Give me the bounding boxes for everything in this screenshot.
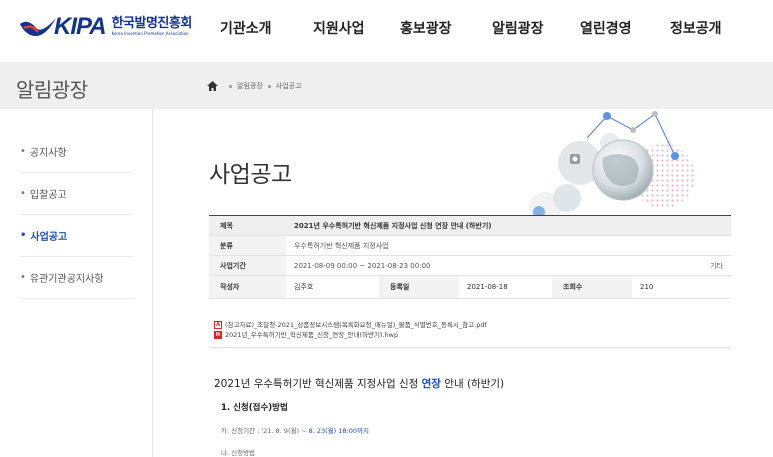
nav-management[interactable]: 열린경영 xyxy=(580,18,632,38)
logo-korean-name: 한국발명진흥회 xyxy=(111,16,193,31)
period-value: 2021-08-09 00:00 ~ 2021-08-23 00:00 xyxy=(294,261,431,270)
period-cell: 2021-08-09 00:00 ~ 2021-08-23 00:00 기타 xyxy=(286,256,731,275)
nav-about[interactable]: 기관소개 xyxy=(220,18,272,38)
sidebar-item-label: 공지사항 xyxy=(29,148,67,159)
attachment-name: (참고자료)_조달청-2021_상품정보시스템(목록화요청_매뉴얼)_물품_식별… xyxy=(225,321,487,329)
bullet-icon: • xyxy=(20,230,27,241)
attachment-hwp[interactable]: H 2021년_우수특허기반_혁신제품_신청_연장_안내(하반기).hwp xyxy=(214,330,487,340)
nav-disclosure[interactable]: 정보공개 xyxy=(670,18,722,38)
section-title: 알림광장 xyxy=(16,78,88,102)
author-label: 작성자 xyxy=(209,276,286,298)
table-row-title: 제목 2021년 우수특허기반 혁신제품 지정사업 신청 연장 안내 (하반기) xyxy=(209,216,731,236)
globe-illustration xyxy=(529,111,695,218)
site-logo[interactable]: KIPA 한국발명진흥회 Korea Invention Promotion A… xyxy=(18,12,192,42)
sidebar: • 공지사항 • 입찰공고 • 사업공고 • 유관기관공지사항 xyxy=(0,109,153,457)
category-label: 분류 xyxy=(209,236,286,255)
item-text: 가. 신청기간 : '21. 8. 9(월) ~ xyxy=(221,427,309,435)
nav-promotion[interactable]: 홍보광장 xyxy=(400,18,452,38)
date-value: 2021-08-18 xyxy=(467,283,508,291)
attachment-name: 2021년_우수특허기반_혁신제품_신청_연장_안내(하반기).hwp xyxy=(225,331,399,339)
bullet-icon: • xyxy=(20,146,26,157)
nav-notice[interactable]: 알림광장 xyxy=(492,18,544,38)
sidebar-item-related[interactable]: • 유관기관공지사항 xyxy=(20,257,133,299)
content-heading-text: 2021년 우수특허기반 혁신제품 지정사업 신청 xyxy=(214,378,422,390)
content-heading-text-end: 안내 (하반기) xyxy=(440,378,505,390)
sidebar-item-bids[interactable]: • 입찰공고 xyxy=(20,173,133,215)
nav-support[interactable]: 지원사업 xyxy=(313,18,365,38)
application-period-item: 가. 신청기간 : '21. 8. 9(월) ~ 8. 23(월) 18:00까… xyxy=(221,425,369,435)
home-icon[interactable] xyxy=(207,81,218,91)
page-title: 사업공고 xyxy=(209,162,292,188)
post-info-table: 제목 2021년 우수특허기반 혁신제품 지정사업 신청 연장 안내 (하반기)… xyxy=(209,215,731,299)
sidebar-item-business[interactable]: • 사업공고 xyxy=(20,215,133,257)
section-heading: 1. 신청(접수)방법 xyxy=(221,403,288,413)
content-heading: 2021년 우수특허기반 혁신제품 지정사업 신청 연장 안내 (하반기) xyxy=(214,376,504,391)
hwp-file-icon: H xyxy=(214,331,222,339)
date-label: 등록일 xyxy=(379,276,459,298)
views-label: 조회수 xyxy=(552,276,632,298)
title-value: 2021년 우수특허기반 혁신제품 지정사업 신청 연장 안내 (하반기) xyxy=(286,216,731,235)
category-value: 우수특허기반 혁신제품 지정사업 xyxy=(294,241,389,250)
logo-english-name: Korea Invention Promotion Association xyxy=(111,31,189,36)
period-label: 사업기간 xyxy=(209,256,286,275)
application-method-item: 나. 신청방법 xyxy=(221,449,256,457)
item-highlight: 8. 23(월) 18:00까지 xyxy=(308,427,369,435)
content-heading-highlight: 연장 xyxy=(421,378,441,390)
sidebar-item-notices[interactable]: • 공지사항 xyxy=(20,131,133,173)
period-extra: 기타 xyxy=(710,261,723,270)
breadcrumb-separator xyxy=(267,84,271,88)
logo-text: KIPA xyxy=(54,13,107,40)
table-row-meta: 작성자 김주호 등록일 2021-08-18 조회수 210 xyxy=(209,276,731,299)
table-row-category: 분류 우수특허기반 혁신제품 지정사업 xyxy=(209,236,731,256)
top-header: KIPA 한국발명진흥회 Korea Invention Promotion A… xyxy=(0,0,773,62)
breadcrumb: 알림광장 사업공고 xyxy=(207,81,302,91)
pdf-file-icon: A xyxy=(214,321,222,329)
title-label: 제목 xyxy=(209,216,286,235)
logo-subtitle: 한국발명진흥회 Korea Invention Promotion Associ… xyxy=(111,16,193,37)
views-value: 210 xyxy=(640,283,654,291)
author-value: 김주호 xyxy=(294,283,314,291)
kipa-logo-icon xyxy=(20,18,56,36)
breadcrumb-separator xyxy=(229,84,232,88)
bullet-icon: • xyxy=(20,272,26,283)
attachments: A (참고자료)_조달청-2021_상품정보시스템(목록화요청_매뉴얼)_물품_… xyxy=(214,320,487,340)
content-divider xyxy=(209,347,731,348)
sidebar-item-label: 유관기관공지사항 xyxy=(29,274,104,285)
breadcrumb-item-current[interactable]: 사업공고 xyxy=(276,81,302,91)
section-band: 알림광장 알림광장 사업공고 xyxy=(0,62,773,109)
sidebar-item-label: 사업공고 xyxy=(30,232,68,243)
bullet-icon: • xyxy=(20,188,26,199)
breadcrumb-item[interactable]: 알림광장 xyxy=(237,81,263,91)
attachment-pdf[interactable]: A (참고자료)_조달청-2021_상품정보시스템(목록화요청_매뉴얼)_물품_… xyxy=(214,320,487,330)
table-row-period: 사업기간 2021-08-09 00:00 ~ 2021-08-23 00:00… xyxy=(209,256,731,276)
sidebar-item-label: 입찰공고 xyxy=(29,190,67,201)
